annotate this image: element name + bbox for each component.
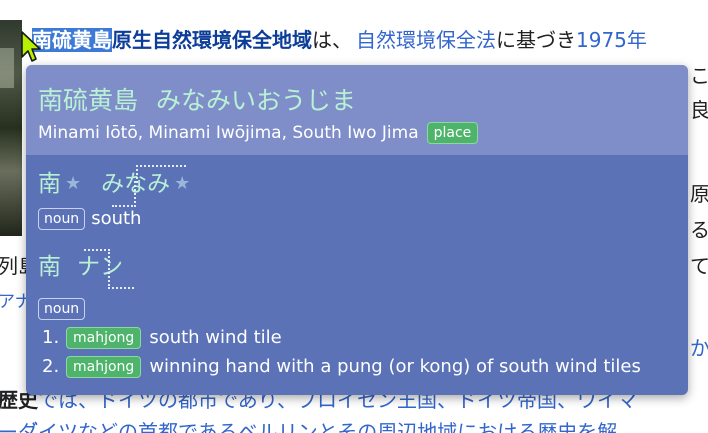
tag-mahjong: mahjong (66, 327, 142, 349)
tag-mahjong: mahjong (66, 356, 142, 378)
article-line-partial: ーダ゙イツなどの首都であるベルリンとその周辺地域における歴史を解 (0, 420, 618, 433)
entry-2-sense-1: 1. mahjong south wind tile (42, 327, 282, 349)
headword-romaji-row: Minami Iōtō, Minami Iwōjima, South Iwo J… (38, 122, 479, 144)
link-nature-conservation-act[interactable]: 自然環境保全法 (356, 28, 496, 52)
article-fragment-right-3: 原 (690, 182, 708, 206)
pos-noun-tag: noun (38, 208, 86, 230)
entry-2-pos-row: noun (38, 298, 86, 320)
pitch-accent-line (84, 249, 110, 251)
entry-1-kanji: 南 (38, 171, 61, 197)
article-thumbnail[interactable] (0, 20, 22, 236)
headword-romaji: Minami Iōtō, Minami Iwōjima, South Iwo J… (38, 123, 419, 143)
article-fragment-right-2: 良 (690, 98, 708, 122)
dictionary-popup[interactable]: 南硫黄島 みなみいおうじま Minami Iōtō, Minami Iwōjima… (26, 65, 688, 395)
popup-header: 南硫黄島 みなみいおうじま Minami Iōtō, Minami Iwōjima… (26, 65, 688, 155)
link-1975[interactable]: 1975年 (576, 28, 647, 52)
sense-number: 2. (42, 356, 60, 377)
mouse-pointer-icon (21, 31, 41, 62)
article-fragment-right-1: こ (690, 64, 708, 88)
article-fragment-right-6[interactable]: か (690, 336, 708, 360)
headword: 南硫黄島 みなみいおうじま (38, 86, 356, 116)
sense-number: 1. (42, 327, 60, 348)
headword-kana: みなみいおうじま (156, 86, 357, 115)
article-text: は、 (312, 28, 352, 52)
pitch-accent-line (108, 249, 134, 289)
selected-text[interactable]: 南硫黄島 (32, 28, 112, 52)
article-fragment-right-4: る (690, 218, 708, 242)
entry-2-sense-2: 2. mahjong winning hand with a pung (or … (42, 356, 641, 378)
entry-1-gloss: south (91, 208, 142, 229)
pos-noun-tag: noun (38, 298, 86, 320)
star-icon: ★ (65, 173, 82, 194)
article-fragment-right-5: て (690, 254, 708, 278)
article-text: に基づき (496, 28, 576, 52)
pitch-accent-line (136, 165, 186, 183)
tag-place: place (426, 122, 479, 144)
headword-kanji: 南硫黄島 (38, 86, 139, 115)
thumbnail-highlight (0, 48, 14, 88)
pitch-accent-line (112, 181, 136, 207)
article-line-1: 南硫黄島原生自然環境保全地域は、 自然環境保全法に基づき1975年 (32, 28, 647, 52)
sense-gloss: winning hand with a pung (or kong) of so… (149, 356, 641, 377)
sense-gloss: south wind tile (149, 327, 282, 348)
entry-2-kanji: 南 (38, 254, 61, 280)
entry-1-definition: noun south (38, 208, 141, 230)
article-bold-term: 原生自然環境保全地域 (112, 28, 312, 52)
